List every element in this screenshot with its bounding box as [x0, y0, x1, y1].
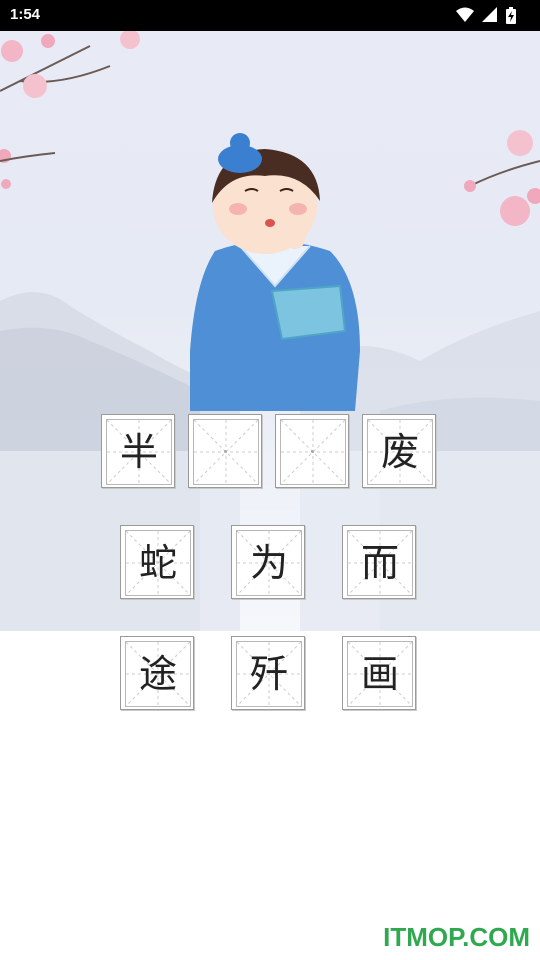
battery-charging-icon — [506, 7, 516, 24]
answer-slot-4[interactable]: 废 — [362, 414, 436, 488]
answer-slot-3[interactable] — [275, 414, 349, 488]
candidate-char: 蛇 — [138, 541, 177, 585]
scholar-character — [190, 133, 360, 411]
candidate-tile[interactable]: 歼 — [231, 636, 305, 710]
wifi-icon — [455, 7, 474, 22]
candidate-tile[interactable]: 蛇 — [120, 525, 194, 599]
candidate-tile[interactable]: 画 — [342, 636, 416, 710]
candidate-char: 而 — [360, 541, 399, 585]
candidate-tile[interactable]: 而 — [342, 525, 416, 599]
candidate-char: 画 — [360, 652, 399, 696]
signal-icon — [481, 7, 497, 22]
answer-char — [189, 415, 263, 489]
answer-char: 半 — [119, 430, 158, 474]
status-icons — [453, 7, 516, 24]
candidate-tile[interactable]: 为 — [231, 525, 305, 599]
candidate-char: 歼 — [249, 652, 288, 696]
answer-char — [276, 415, 350, 489]
answer-char: 废 — [380, 430, 419, 474]
site-watermark: ITMOP.COM — [383, 922, 530, 952]
candidate-char: 途 — [138, 652, 177, 696]
candidate-tile[interactable]: 途 — [120, 636, 194, 710]
answer-slot-1[interactable]: 半 — [101, 414, 175, 488]
status-bar: 1:54 — [0, 0, 540, 31]
candidate-char: 为 — [249, 541, 288, 585]
status-time: 1:54 — [10, 6, 41, 23]
answer-slot-2[interactable] — [188, 414, 262, 488]
